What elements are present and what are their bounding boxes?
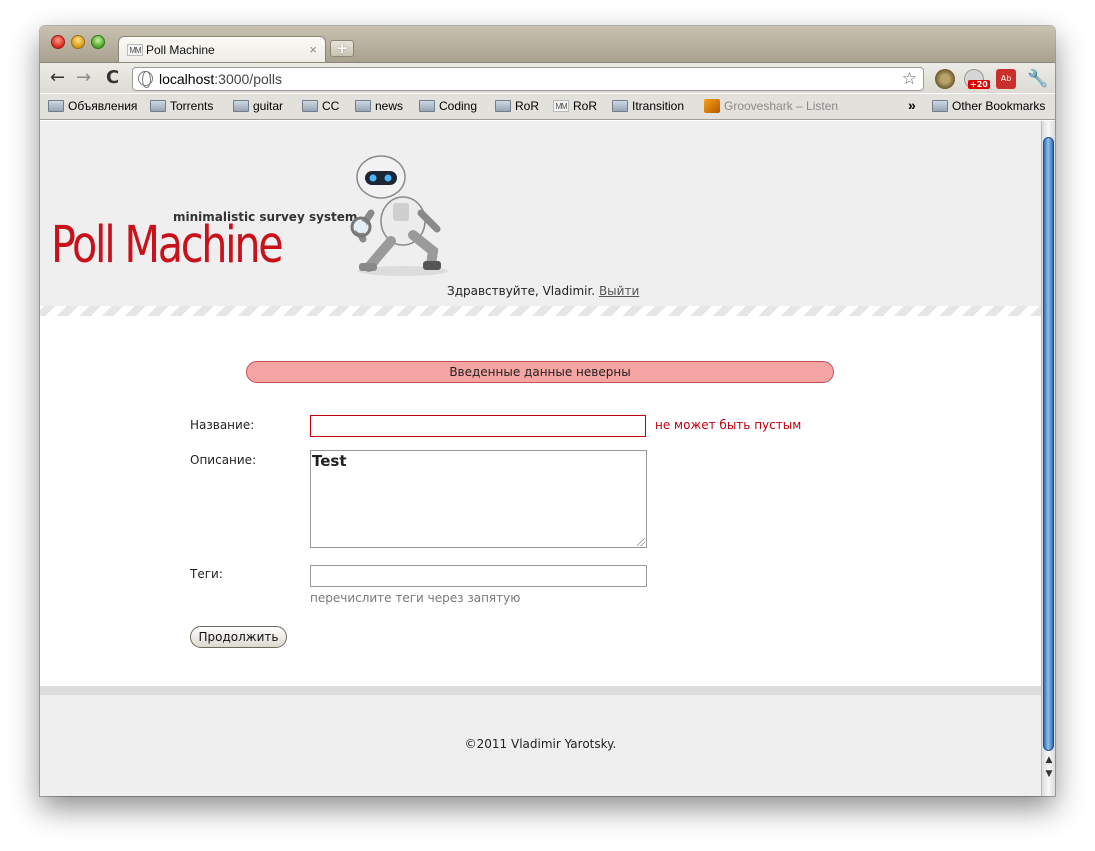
other-bookmarks[interactable]: Other Bookmarks	[932, 99, 1045, 113]
resize-grip-icon[interactable]	[637, 538, 645, 546]
tab-title: Poll Machine	[146, 43, 215, 57]
bookmark-label: Объявления	[68, 99, 138, 113]
name-input[interactable]	[310, 415, 646, 437]
bookmark-item[interactable]: Torrents	[150, 99, 213, 113]
robot-mascot-icon	[350, 155, 448, 276]
page-viewport: minimalistic survey system Poll Machine	[40, 121, 1041, 796]
browser-toolbar: ← → C localhost:3000/polls ☆ +20 Ab 🔧	[40, 62, 1055, 93]
bookmark-item[interactable]: Coding	[419, 99, 477, 113]
url-path: :3000/polls	[214, 71, 282, 87]
folder-icon	[302, 100, 318, 112]
site-favicon-icon: MM	[553, 100, 569, 112]
back-button[interactable]: ←	[50, 67, 65, 88]
error-flash-message: Введенные данные неверны	[246, 361, 834, 383]
folder-icon	[150, 100, 166, 112]
scroll-arrows[interactable]: ▲ ▼	[1042, 753, 1055, 781]
folder-icon	[495, 100, 511, 112]
favicon-icon: MM	[127, 44, 143, 56]
name-label: Название:	[190, 418, 255, 432]
continue-button[interactable]: Продолжить	[190, 626, 287, 648]
vertical-scrollbar[interactable]: ▲ ▼	[1041, 121, 1055, 796]
bookmark-label: Coding	[439, 99, 478, 113]
footer-divider	[40, 686, 1041, 695]
bookmark-label: Other Bookmarks	[952, 99, 1046, 113]
minimize-window-button[interactable]	[71, 35, 85, 49]
url-host: localhost	[159, 71, 215, 87]
folder-icon	[233, 100, 249, 112]
extension-gear-icon[interactable]	[935, 69, 955, 89]
bookmark-item[interactable]: CC	[302, 99, 339, 113]
site-header: minimalistic survey system Poll Machine	[40, 121, 1041, 306]
folder-icon	[419, 100, 435, 112]
description-label: Описание:	[190, 453, 257, 467]
name-error-message: не может быть пустым	[655, 418, 802, 432]
adblock-icon[interactable]: Ab	[996, 69, 1016, 89]
site-footer: ©2011 Vladimir Yarotsky.	[40, 695, 1041, 796]
bookmark-label: Itransition	[632, 99, 685, 113]
bookmark-label: news	[375, 99, 404, 113]
description-textarea[interactable]: Test	[310, 450, 647, 548]
zoom-window-button[interactable]	[91, 35, 105, 49]
close-window-button[interactable]	[51, 35, 65, 49]
bookmark-star-icon[interactable]: ☆	[902, 68, 917, 90]
bookmark-label: Torrents	[170, 99, 214, 113]
bookmark-item[interactable]: MM RoR	[553, 99, 597, 113]
bookmark-label: Grooveshark – Listen	[724, 99, 839, 113]
bookmark-label: RoR	[515, 99, 540, 113]
bookmarks-overflow-icon[interactable]: »	[908, 97, 916, 113]
bookmark-item[interactable]: RoR	[495, 99, 539, 113]
address-bar[interactable]: localhost:3000/polls ☆	[132, 67, 924, 91]
bookmark-label: guitar	[253, 99, 284, 113]
bookmark-item[interactable]: guitar	[233, 99, 283, 113]
bookmark-item[interactable]: Itransition	[612, 99, 684, 113]
tags-hint: перечислите теги через запятую	[310, 591, 521, 605]
browser-window: MM Poll Machine × + ← → C localhost:3000…	[40, 26, 1055, 796]
scrollbar-thumb[interactable]	[1043, 137, 1054, 751]
globe-icon	[138, 71, 153, 88]
notification-badge: +20	[968, 80, 990, 89]
folder-icon	[612, 100, 628, 112]
tab-poll-machine[interactable]: MM Poll Machine ×	[118, 36, 326, 63]
tags-input[interactable]	[310, 565, 647, 587]
logout-link[interactable]: Выйти	[599, 284, 639, 298]
new-tab-button[interactable]: +	[330, 40, 354, 57]
folder-icon	[355, 100, 371, 112]
user-greeting: Здравствуйте, Vladimir. Выйти	[447, 284, 639, 298]
tab-strip: MM Poll Machine × +	[40, 26, 1055, 63]
extension-notifier-icon[interactable]: +20	[964, 69, 990, 89]
reload-button[interactable]: C	[106, 67, 119, 88]
folder-icon	[48, 100, 64, 112]
wrench-icon[interactable]: 🔧	[1027, 69, 1048, 89]
bookmark-label: CC	[322, 99, 340, 113]
header-stripe-divider	[40, 306, 1041, 316]
site-logo[interactable]: Poll Machine	[51, 220, 284, 271]
tags-label: Теги:	[190, 567, 223, 581]
bookmark-item[interactable]: news	[355, 99, 403, 113]
copyright-text: ©2011 Vladimir Yarotsky.	[464, 737, 617, 751]
folder-icon	[932, 100, 948, 112]
bookmark-item[interactable]: Grooveshark – Listen	[704, 99, 838, 113]
bookmark-label: RoR	[573, 99, 598, 113]
tab-close-icon[interactable]: ×	[309, 42, 317, 57]
bookmarks-bar: Объявления Torrents guitar CC news Codin…	[40, 94, 1055, 120]
forward-button[interactable]: →	[76, 67, 91, 88]
grooveshark-icon	[704, 99, 720, 113]
description-value: Test	[312, 452, 347, 470]
bookmark-item[interactable]: Объявления	[48, 99, 137, 113]
greeting-text: Здравствуйте, Vladimir.	[447, 284, 596, 298]
